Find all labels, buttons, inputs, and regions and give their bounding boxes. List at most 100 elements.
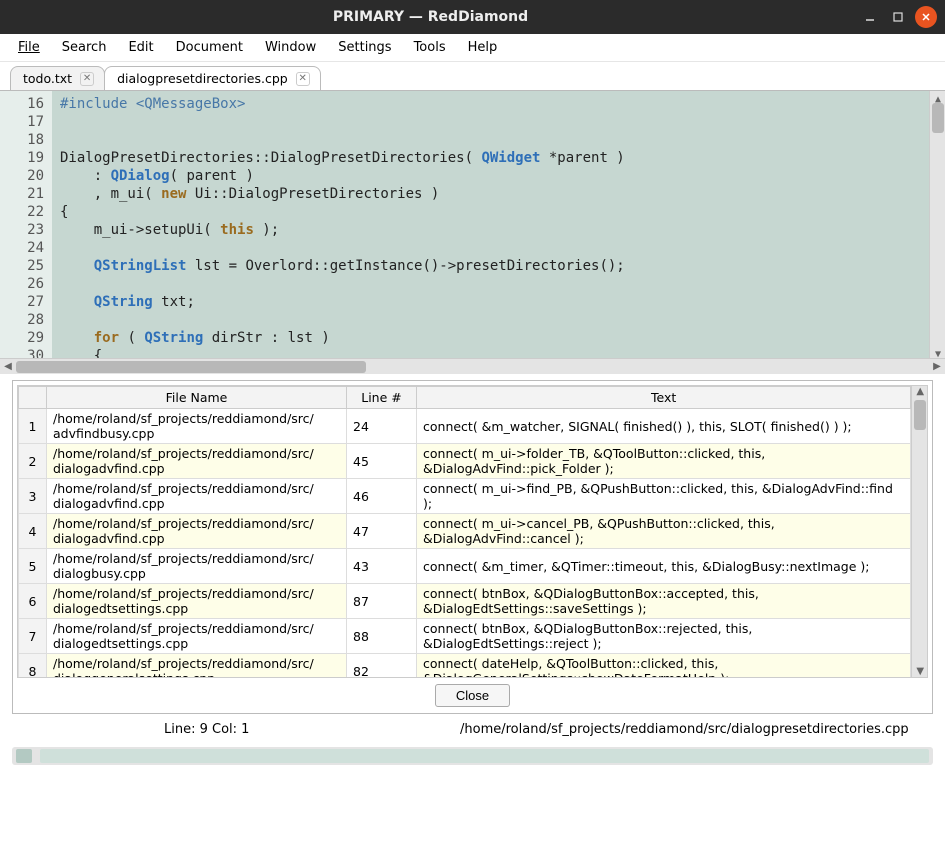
cell-rownum: 6 [19, 584, 47, 619]
scroll-left-icon[interactable]: ◀ [2, 361, 14, 373]
header-linenum[interactable]: Line # [347, 387, 417, 409]
scroll-thumb-h[interactable] [16, 361, 366, 373]
cell-filename: /home/roland/sf_projects/reddiamond/src/… [47, 409, 347, 444]
line-number: 30 [6, 347, 44, 358]
line-number: 24 [6, 239, 44, 257]
code-line[interactable]: m_ui->setupUi( this ); [60, 221, 921, 239]
scroll-down-icon[interactable]: ▼ [914, 666, 926, 677]
cell-rownum: 5 [19, 549, 47, 584]
status-linecol: Line: 9 Col: 1 [164, 722, 374, 737]
editor-vscrollbar[interactable]: ▲ ▼ [929, 91, 945, 358]
cell-rownum: 1 [19, 409, 47, 444]
line-number: 20 [6, 167, 44, 185]
cell-text: connect( m_ui->cancel_PB, &QPushButton::… [417, 514, 911, 549]
cell-text: connect( btnBox, &QDialogButtonBox::acce… [417, 584, 911, 619]
close-window-button[interactable] [915, 6, 937, 28]
code-line[interactable] [60, 311, 921, 329]
menu-help[interactable]: Help [458, 36, 508, 59]
close-button[interactable]: Close [435, 684, 510, 707]
scroll-right-icon[interactable]: ▶ [931, 361, 943, 373]
cell-filename: /home/roland/sf_projects/reddiamond/src/… [47, 654, 347, 679]
code-line[interactable] [60, 131, 921, 149]
code-line[interactable] [60, 239, 921, 257]
cell-filename: /home/roland/sf_projects/reddiamond/src/… [47, 549, 347, 584]
line-number: 17 [6, 113, 44, 131]
cell-rownum: 3 [19, 479, 47, 514]
cell-linenum: 46 [347, 479, 417, 514]
close-icon[interactable]: ✕ [80, 72, 94, 86]
code-line[interactable]: , m_ui( new Ui::DialogPresetDirectories … [60, 185, 921, 203]
table-row[interactable]: 7/home/roland/sf_projects/reddiamond/src… [19, 619, 911, 654]
code-line[interactable] [60, 275, 921, 293]
cell-linenum: 88 [347, 619, 417, 654]
close-icon[interactable]: ✕ [296, 72, 310, 86]
cell-linenum: 45 [347, 444, 417, 479]
header-text[interactable]: Text [417, 387, 911, 409]
line-number: 27 [6, 293, 44, 311]
cell-rownum: 4 [19, 514, 47, 549]
cell-linenum: 87 [347, 584, 417, 619]
scroll-up-icon[interactable]: ▲ [914, 386, 926, 397]
menu-tools[interactable]: Tools [404, 36, 456, 59]
line-number: 16 [6, 95, 44, 113]
menu-document[interactable]: Document [166, 36, 253, 59]
table-row[interactable]: 1/home/roland/sf_projects/reddiamond/src… [19, 409, 911, 444]
code-line[interactable]: { [60, 203, 921, 221]
window-title: PRIMARY — RedDiamond [8, 9, 853, 25]
table-row[interactable]: 3/home/roland/sf_projects/reddiamond/src… [19, 479, 911, 514]
cell-text: connect( m_ui->find_PB, &QPushButton::cl… [417, 479, 911, 514]
cell-filename: /home/roland/sf_projects/reddiamond/src/… [47, 619, 347, 654]
results-vscrollbar[interactable]: ▲ ▼ [911, 386, 927, 677]
header-filename[interactable]: File Name [47, 387, 347, 409]
editor-hscrollbar[interactable]: ◀ ▶ [0, 358, 945, 374]
line-gutter: 161718192021222324252627282930 [0, 91, 52, 358]
bottom-scrollbar[interactable] [12, 747, 933, 765]
tab-label: dialogpresetdirectories.cpp [117, 71, 288, 86]
table-row[interactable]: 4/home/roland/sf_projects/reddiamond/src… [19, 514, 911, 549]
cell-rownum: 2 [19, 444, 47, 479]
line-number: 21 [6, 185, 44, 203]
results-table[interactable]: File Name Line # Text 1/home/roland/sf_p… [18, 386, 911, 678]
code-area[interactable]: #include <QMessageBox> DialogPresetDirec… [52, 91, 929, 358]
cell-linenum: 82 [347, 654, 417, 679]
cell-filename: /home/roland/sf_projects/reddiamond/src/… [47, 479, 347, 514]
table-row[interactable]: 6/home/roland/sf_projects/reddiamond/src… [19, 584, 911, 619]
editor: 161718192021222324252627282930 #include … [0, 90, 945, 374]
code-line[interactable]: #include <QMessageBox> [60, 95, 921, 113]
scroll-up-icon[interactable]: ▲ [932, 91, 944, 103]
cell-rownum: 8 [19, 654, 47, 679]
code-line[interactable]: for ( QString dirStr : lst ) [60, 329, 921, 347]
line-number: 26 [6, 275, 44, 293]
line-number: 28 [6, 311, 44, 329]
line-number: 25 [6, 257, 44, 275]
cell-linenum: 43 [347, 549, 417, 584]
cell-text: connect( &m_timer, &QTimer::timeout, thi… [417, 549, 911, 584]
maximize-button[interactable] [887, 6, 909, 28]
table-row[interactable]: 2/home/roland/sf_projects/reddiamond/src… [19, 444, 911, 479]
code-line[interactable]: : QDialog( parent ) [60, 167, 921, 185]
scroll-thumb[interactable] [914, 400, 926, 430]
tab-1[interactable]: dialogpresetdirectories.cpp ✕ [104, 66, 321, 90]
minimize-button[interactable] [859, 6, 881, 28]
code-line[interactable]: QString txt; [60, 293, 921, 311]
cell-linenum: 47 [347, 514, 417, 549]
code-line[interactable]: { [60, 347, 921, 358]
header-rownum[interactable] [19, 387, 47, 409]
tab-0[interactable]: todo.txt ✕ [10, 66, 105, 90]
line-number: 23 [6, 221, 44, 239]
cell-rownum: 7 [19, 619, 47, 654]
menu-search[interactable]: Search [52, 36, 117, 59]
menu-file[interactable]: File [8, 36, 50, 59]
status-filepath: /home/roland/sf_projects/reddiamond/src/… [460, 722, 909, 737]
code-line[interactable] [60, 113, 921, 131]
code-line[interactable]: DialogPresetDirectories::DialogPresetDir… [60, 149, 921, 167]
menu-window[interactable]: Window [255, 36, 326, 59]
menu-settings[interactable]: Settings [328, 36, 401, 59]
table-row[interactable]: 8/home/roland/sf_projects/reddiamond/src… [19, 654, 911, 679]
scroll-thumb[interactable] [932, 103, 944, 133]
table-row[interactable]: 5/home/roland/sf_projects/reddiamond/src… [19, 549, 911, 584]
scroll-down-icon[interactable]: ▼ [932, 346, 944, 358]
code-line[interactable]: QStringList lst = Overlord::getInstance(… [60, 257, 921, 275]
tab-label: todo.txt [23, 71, 72, 86]
menu-edit[interactable]: Edit [118, 36, 163, 59]
